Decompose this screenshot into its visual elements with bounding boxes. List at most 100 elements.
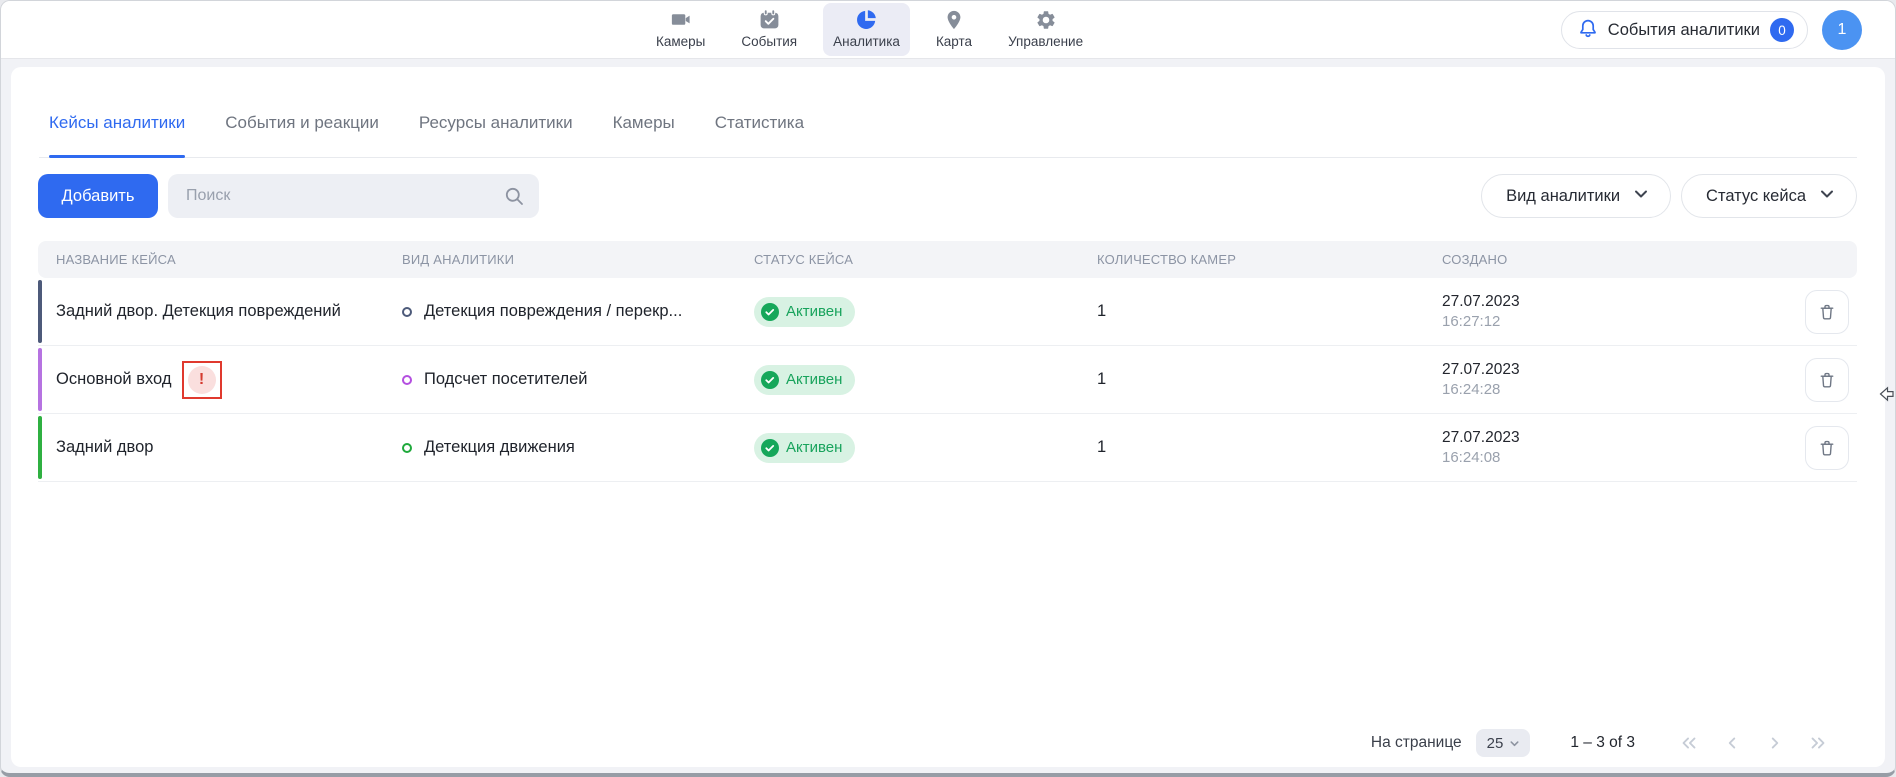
row-accent-bar xyxy=(38,280,42,343)
nav-item-cameras[interactable]: Камеры xyxy=(646,3,715,56)
toolbar: Добавить Вид аналитики Статус кейса xyxy=(38,174,1857,218)
created-date: 27.07.2023 xyxy=(1442,360,1792,380)
analytics-type-label: Детекция повреждения / перекр... xyxy=(424,302,682,321)
nav-label: Управление xyxy=(1008,34,1083,49)
table-row[interactable]: Основной вход ! Подсчет посетителей xyxy=(38,346,1857,414)
check-icon xyxy=(761,439,779,457)
tab-analytics-cases[interactable]: Кейсы аналитики xyxy=(49,89,185,157)
created-date: 27.07.2023 xyxy=(1442,428,1792,448)
analytics-type-filter[interactable]: Вид аналитики xyxy=(1481,174,1671,218)
camera-icon xyxy=(669,8,692,31)
camera-count: 1 xyxy=(1097,302,1442,321)
analytics-events-button[interactable]: События аналитики 0 xyxy=(1561,11,1808,49)
nav-item-map[interactable]: Карта xyxy=(926,3,982,56)
column-header-camera-count: КОЛИЧЕСТВО КАМЕР xyxy=(1097,252,1442,267)
avatar[interactable]: 1 xyxy=(1822,10,1862,50)
analytics-type-label: Детекция движения xyxy=(424,438,575,457)
row-accent-bar xyxy=(38,416,42,479)
case-status-filter[interactable]: Статус кейса xyxy=(1681,174,1857,218)
events-button-label: События аналитики xyxy=(1608,21,1760,40)
check-icon xyxy=(761,303,779,321)
created-time: 16:27:12 xyxy=(1442,312,1792,332)
search-input[interactable] xyxy=(168,174,539,218)
nav-item-management[interactable]: Управление xyxy=(998,3,1093,56)
map-pin-icon xyxy=(943,9,965,31)
trash-icon xyxy=(1817,302,1837,322)
trash-icon xyxy=(1817,438,1837,458)
chevron-down-icon xyxy=(1632,185,1650,208)
table-row[interactable]: Задний двор Детекция движения Активен xyxy=(38,414,1857,482)
analytics-type-icon xyxy=(402,375,412,385)
created-time: 16:24:28 xyxy=(1442,380,1792,400)
tab-bar: Кейсы аналитики События и реакции Ресурс… xyxy=(39,67,1857,158)
mouse-cursor xyxy=(1879,384,1894,409)
nav-label: Камеры xyxy=(656,34,705,49)
alert-annotation-box: ! xyxy=(182,361,222,399)
next-page-button[interactable] xyxy=(1764,732,1786,754)
tab-events-reactions[interactable]: События и реакции xyxy=(225,89,379,157)
check-icon xyxy=(761,371,779,389)
top-navigation-bar: Камеры События Аналитика Карта xyxy=(1,1,1895,59)
filters: Вид аналитики Статус кейса xyxy=(1481,174,1857,218)
status-label: Активен xyxy=(786,371,842,388)
pagination-arrows xyxy=(1678,732,1829,754)
created-date: 27.07.2023 xyxy=(1442,292,1792,312)
created-cell: 27.07.2023 16:24:08 xyxy=(1442,428,1792,468)
created-cell: 27.07.2023 16:27:12 xyxy=(1442,292,1792,332)
column-header-case-status: СТАТУС КЕЙСА xyxy=(754,252,1097,267)
filter-label: Статус кейса xyxy=(1706,187,1806,206)
nav-item-events[interactable]: События xyxy=(731,3,807,56)
first-page-button[interactable] xyxy=(1678,732,1700,754)
case-name: Задний двор xyxy=(56,438,153,457)
status-badge: Активен xyxy=(754,365,855,395)
status-label: Активен xyxy=(786,439,842,456)
row-accent-bar xyxy=(38,348,42,411)
last-page-button[interactable] xyxy=(1807,732,1829,754)
tab-cameras[interactable]: Камеры xyxy=(613,89,675,157)
nav-label: Карта xyxy=(936,34,972,49)
chevron-down-icon xyxy=(1508,737,1521,750)
app-window: Камеры События Аналитика Карта xyxy=(0,0,1896,777)
status-label: Активен xyxy=(786,303,842,320)
table-row[interactable]: Задний двор. Детекция повреждений Детекц… xyxy=(38,278,1857,346)
analytics-type-icon xyxy=(402,443,412,453)
camera-count: 1 xyxy=(1097,438,1442,457)
add-button[interactable]: Добавить xyxy=(38,174,158,218)
analytics-type-label: Подсчет посетителей xyxy=(424,370,588,389)
camera-count: 1 xyxy=(1097,370,1442,389)
created-time: 16:24:08 xyxy=(1442,448,1792,468)
pagination: На странице 25 1 – 3 of 3 xyxy=(1371,729,1829,757)
per-page-select[interactable]: 25 xyxy=(1476,729,1531,757)
alert-icon: ! xyxy=(188,366,216,394)
gear-icon xyxy=(1035,9,1057,31)
page-range: 1 – 3 of 3 xyxy=(1570,734,1635,752)
nav-label: Аналитика xyxy=(833,34,900,49)
trash-icon xyxy=(1817,370,1837,390)
table-header: НАЗВАНИЕ КЕЙСА ВИД АНАЛИТИКИ СТАТУС КЕЙС… xyxy=(38,241,1857,278)
column-header-created: СОЗДАНО xyxy=(1442,252,1792,267)
filter-label: Вид аналитики xyxy=(1506,187,1620,206)
search-box xyxy=(168,174,539,218)
analytics-type-icon xyxy=(402,307,412,317)
delete-button[interactable] xyxy=(1805,290,1849,334)
delete-button[interactable] xyxy=(1805,358,1849,402)
delete-button[interactable] xyxy=(1805,426,1849,470)
events-calendar-icon xyxy=(758,8,781,31)
content-card: Кейсы аналитики События и реакции Ресурс… xyxy=(11,67,1885,767)
status-badge: Активен xyxy=(754,433,855,463)
column-header-case-name: НАЗВАНИЕ КЕЙСА xyxy=(56,252,402,267)
created-cell: 27.07.2023 16:24:28 xyxy=(1442,360,1792,400)
tab-analytics-resources[interactable]: Ресурсы аналитики xyxy=(419,89,573,157)
analytics-pie-icon xyxy=(855,8,878,31)
per-page-label: На странице xyxy=(1371,734,1462,752)
status-badge: Активен xyxy=(754,297,855,327)
case-name: Задний двор. Детекция повреждений xyxy=(56,302,341,321)
bell-icon xyxy=(1578,18,1598,43)
chevron-down-icon xyxy=(1818,185,1836,208)
table-body: Задний двор. Детекция повреждений Детекц… xyxy=(38,278,1857,482)
prev-page-button[interactable] xyxy=(1721,732,1743,754)
case-name: Основной вход xyxy=(56,370,172,389)
tab-statistics[interactable]: Статистика xyxy=(715,89,804,157)
events-count-badge: 0 xyxy=(1770,18,1794,42)
nav-item-analytics[interactable]: Аналитика xyxy=(823,3,910,56)
